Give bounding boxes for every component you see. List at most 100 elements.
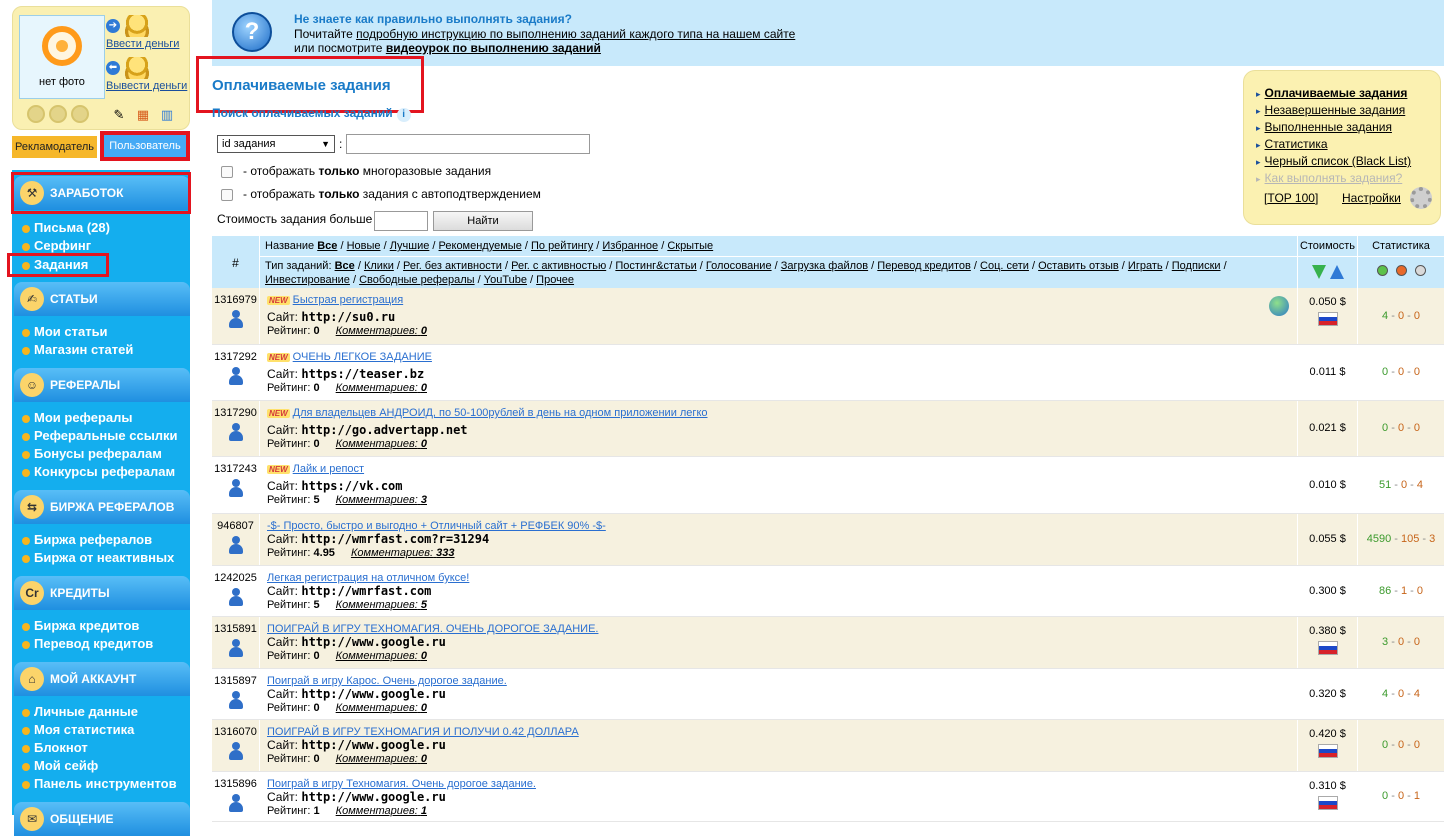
task-title-link[interactable]: -$- Просто, быстро и выгодно + Отличный …: [267, 520, 606, 532]
comments-link[interactable]: Комментариев: 0: [336, 753, 427, 765]
auto-confirm-checkbox[interactable]: [221, 188, 233, 201]
user-icon[interactable]: [228, 536, 243, 554]
gear-icon[interactable]: [1410, 187, 1432, 209]
sidebar-item-credit-transfer[interactable]: Перевод кредитов: [22, 635, 153, 653]
task-title-link[interactable]: Лайк и репост: [293, 463, 364, 475]
type-credit-transfer[interactable]: Перевод кредитов: [877, 260, 971, 272]
nav-label[interactable]: Незавершенные задания: [1265, 103, 1406, 117]
type-free-referrals[interactable]: Свободные рефералы: [359, 274, 475, 286]
nav-label[interactable]: Как выполнять задания?: [1265, 171, 1403, 185]
top100-label[interactable]: TOP 100: [1267, 191, 1315, 205]
type-posting[interactable]: Постинг&статьи: [615, 260, 696, 272]
filter-hidden[interactable]: Скрытые: [667, 240, 713, 252]
section-credits[interactable]: Cr КРЕДИТЫ: [14, 576, 190, 610]
type-voting[interactable]: Голосование: [706, 260, 772, 272]
sort-down-icon[interactable]: [1311, 265, 1326, 279]
settings-link[interactable]: Настройки: [1342, 191, 1401, 205]
task-title-link[interactable]: ОЧЕНЬ ЛЕГКОЕ ЗАДАНИЕ: [293, 351, 432, 363]
type-review[interactable]: Оставить отзыв: [1038, 260, 1119, 272]
type-other[interactable]: Прочее: [536, 274, 574, 286]
user-icon[interactable]: [228, 367, 243, 385]
search-field-select[interactable]: id задания ▼: [217, 135, 335, 153]
type-youtube[interactable]: YouTube: [484, 274, 527, 286]
filter-new[interactable]: Новые: [347, 240, 381, 252]
task-title-link[interactable]: ПОИГРАЙ В ИГРУ ТЕХНОМАГИЯ. ОЧЕНЬ ДОРОГОЕ…: [267, 623, 598, 635]
instructions-link[interactable]: подробную инструкцию по выполнению задан…: [356, 27, 795, 41]
nav-paid-tasks[interactable]: Оплачиваемые задания: [1256, 86, 1408, 100]
min-cost-input[interactable]: [374, 211, 428, 231]
type-reg-no-activity[interactable]: Рег. без активности: [403, 260, 502, 272]
comments-link[interactable]: Комментариев: 0: [336, 438, 427, 450]
info-icon[interactable]: i: [396, 108, 411, 122]
sidebar-item-referral-exchange[interactable]: Биржа рефералов: [22, 531, 152, 549]
sidebar-item-personal-data[interactable]: Личные данные: [22, 703, 138, 721]
user-role-button[interactable]: Пользователь: [102, 133, 188, 159]
search-input[interactable]: [346, 134, 590, 154]
section-my-account[interactable]: ⌂ МОЙ АККАУНТ: [14, 662, 190, 696]
task-title-link[interactable]: Быстрая регистрация: [293, 294, 403, 306]
type-play[interactable]: Играть: [1128, 260, 1163, 272]
comments-link[interactable]: Комментариев: 333: [351, 547, 455, 559]
type-investing[interactable]: Инвестирование: [265, 274, 350, 286]
withdraw-label[interactable]: Вывести деньги: [106, 80, 192, 92]
section-earnings[interactable]: ⚒ ЗАРАБОТОК: [14, 176, 190, 210]
multi-task-checkbox[interactable]: [221, 165, 233, 178]
nav-label[interactable]: Статистика: [1265, 137, 1328, 151]
sidebar-item-my-safe[interactable]: Мой сейф: [22, 757, 98, 775]
sidebar-item-referral-bonuses[interactable]: Бонусы рефералам: [22, 445, 162, 463]
comments-link[interactable]: Комментариев: 0: [336, 382, 427, 394]
type-subscriptions[interactable]: Подписки: [1172, 260, 1221, 272]
sidebar-item-credit-exchange[interactable]: Биржа кредитов: [22, 617, 139, 635]
user-icon[interactable]: [228, 588, 243, 606]
nav-completed-tasks[interactable]: Выполненные задания: [1256, 120, 1392, 134]
nav-label[interactable]: Черный список (Black List): [1265, 154, 1412, 168]
wall-icon[interactable]: ▦: [133, 105, 153, 125]
find-button[interactable]: Найти: [433, 211, 533, 231]
withdraw-link[interactable]: ⬅ Вывести деньги: [106, 57, 192, 92]
sidebar-item-letters[interactable]: Письма (28): [22, 219, 110, 237]
comments-link[interactable]: Комментариев: 1: [336, 805, 427, 817]
type-all[interactable]: Все: [335, 260, 355, 272]
comments-link[interactable]: Комментариев: 5: [336, 599, 427, 611]
filter-best[interactable]: Лучшие: [390, 240, 430, 252]
multi-task-filter[interactable]: - отображать только многоразовые задания: [221, 164, 491, 178]
task-title-link[interactable]: Легкая регистрация на отличном буксе!: [267, 572, 469, 584]
sidebar-item-tasks[interactable]: Задания: [22, 256, 88, 274]
nav-how-to[interactable]: Как выполнять задания?: [1256, 171, 1403, 185]
sidebar-item-article-shop[interactable]: Магазин статей: [22, 341, 133, 359]
user-icon[interactable]: [228, 742, 243, 760]
sidebar-item-my-statistics[interactable]: Моя статистика: [22, 721, 134, 739]
user-icon[interactable]: [228, 310, 243, 328]
section-communication[interactable]: ✉ ОБЩЕНИЕ: [14, 802, 190, 836]
type-file-upload[interactable]: Загрузка файлов: [781, 260, 868, 272]
filter-all[interactable]: Все: [317, 240, 337, 252]
sidebar-item-my-articles[interactable]: Мои статьи: [22, 323, 108, 341]
top100-link[interactable]: [TOP 100]: [1264, 191, 1318, 205]
section-referral-exchange[interactable]: ⇆ БИРЖА РЕФЕРАЛОВ: [14, 490, 190, 524]
user-icon[interactable]: [228, 691, 243, 709]
video-lesson-link[interactable]: видеоурок по выполнению заданий: [386, 41, 601, 55]
nav-black-list[interactable]: Черный список (Black List): [1256, 154, 1412, 168]
type-social[interactable]: Соц. сети: [980, 260, 1029, 272]
task-title-link[interactable]: Поиграй в игру Техномагия. Очень дорогое…: [267, 778, 536, 790]
notepad-icon[interactable]: ✎: [109, 105, 129, 125]
filter-recommended[interactable]: Рекомендуемые: [439, 240, 522, 252]
deposit-label[interactable]: Ввести деньги: [106, 38, 192, 50]
comments-link[interactable]: Комментариев: 3: [336, 494, 427, 506]
sidebar-item-referral-contests[interactable]: Конкурсы рефералам: [22, 463, 175, 481]
sidebar-item-notepad[interactable]: Блокнот: [22, 739, 88, 757]
comments-link[interactable]: Комментариев: 0: [336, 650, 427, 662]
filter-favorites[interactable]: Избранное: [602, 240, 658, 252]
nav-statistics[interactable]: Статистика: [1256, 137, 1328, 151]
user-icon[interactable]: [228, 423, 243, 441]
nav-label[interactable]: Оплачиваемые задания: [1265, 86, 1408, 100]
auto-confirm-filter[interactable]: - отображать только задания с автоподтве…: [221, 187, 541, 201]
deposit-link[interactable]: ➔ Ввести деньги: [106, 15, 192, 50]
task-title-link[interactable]: Для владельцев АНДРОИД, по 50-100рублей …: [293, 407, 708, 419]
type-reg-activity[interactable]: Рег. с активностью: [511, 260, 606, 272]
user-icon[interactable]: [228, 479, 243, 497]
sidebar-item-surfing[interactable]: Серфинг: [22, 237, 91, 255]
sort-up-icon[interactable]: [1329, 265, 1344, 279]
comments-link[interactable]: Комментариев: 0: [336, 325, 427, 337]
comments-link[interactable]: Комментариев: 0: [336, 702, 427, 714]
